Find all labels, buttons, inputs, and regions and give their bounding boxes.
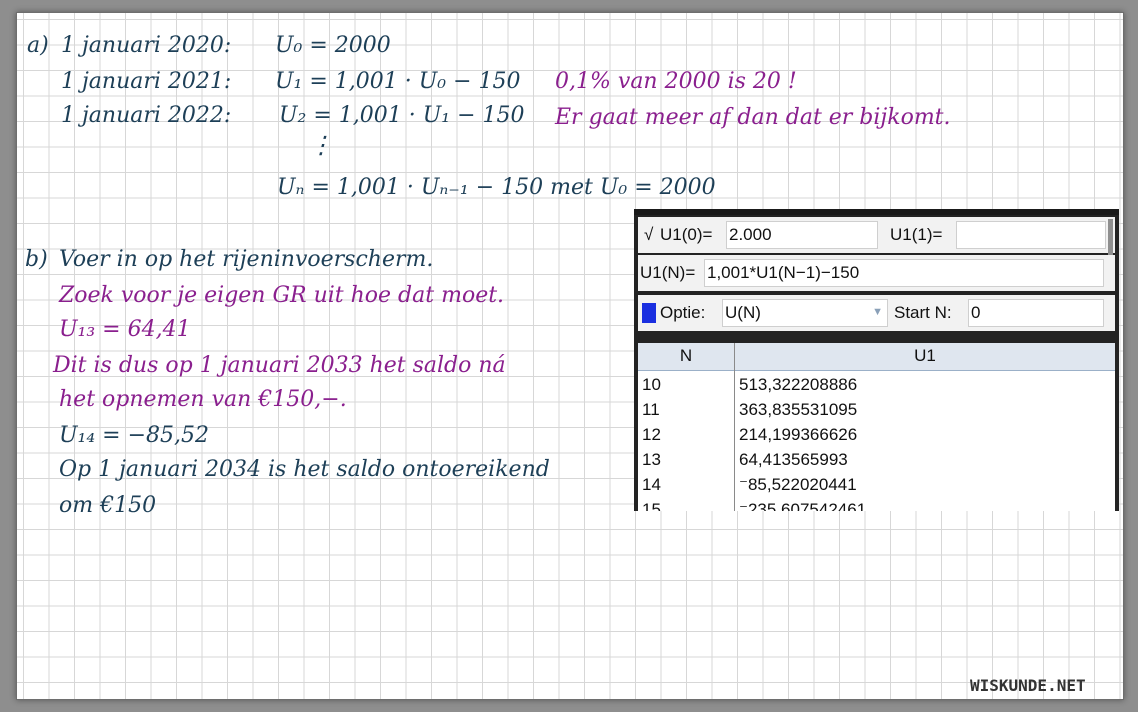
sequence-table: N U1 10 513,322208886 11 363,835531095 12 214…	[638, 343, 1115, 511]
b-line-4: Dit is dus op 1 januari 2033 het saldo n…	[53, 353, 506, 378]
b-line-7: Op 1 januari 2034 is het saldo ontoereik…	[59, 457, 550, 482]
cell-n[interactable]: 10	[642, 375, 661, 395]
cell-u1[interactable]: 513,322208886	[739, 375, 857, 395]
cell-n[interactable]: 12	[642, 425, 661, 445]
expr-u2: U₂ = 1,001 · U₁ − 150	[279, 103, 525, 128]
table-row[interactable]: 14 ⁻85,522020441	[638, 473, 1115, 498]
start-input[interactable]: 0	[968, 299, 1104, 327]
date-2021: 1 januari 2021:	[61, 69, 232, 94]
table-row[interactable]: 12 214,199366626	[638, 423, 1115, 448]
b-line-6: U₁₄ = −85,52	[59, 423, 210, 448]
cell-n[interactable]: 13	[642, 450, 661, 470]
table-row[interactable]: 13 64,413565993	[638, 448, 1115, 473]
cell-u1[interactable]: ⁻85,522020441	[739, 475, 857, 495]
general-formula: Uₙ = 1,001 · Uₙ₋₁ − 150 met U₀ = 2000	[277, 175, 716, 200]
u1-0-label: U1(0)=	[660, 225, 713, 244]
u1-1-label: U1(1)=	[890, 225, 943, 244]
table-row[interactable]: 11 363,835531095	[638, 398, 1115, 423]
check-icon[interactable]: √	[644, 225, 653, 245]
expr-u1: U₁ = 1,001 · U₀ − 150	[275, 69, 521, 94]
sequence-start-row: √ U1(0)= 2.000 U1(1)=	[638, 217, 1115, 279]
color-swatch[interactable]	[642, 303, 656, 323]
note-percent: 0,1% van 2000 is 20 !	[555, 69, 797, 94]
date-2020: 1 januari 2020:	[61, 33, 232, 58]
b-line-2: Zoek voor je eigen GR uit hoe dat moet.	[59, 283, 505, 308]
header-u1[interactable]: U1	[735, 346, 1115, 366]
vertical-dots: ⋮	[309, 131, 333, 159]
grid-paper: a) 1 januari 2020: U₀ = 2000 1 januari 2…	[16, 12, 1124, 700]
cell-u1[interactable]: 363,835531095	[739, 400, 857, 420]
calculator-topbar	[634, 209, 1119, 215]
cell-u1[interactable]: 64,413565993	[739, 450, 848, 470]
table-header: N U1	[638, 343, 1115, 371]
b-line-5: het opnemen van €150,−.	[59, 387, 347, 412]
date-2022: 1 januari 2022:	[61, 103, 232, 128]
cell-n[interactable]: 11	[642, 400, 660, 420]
chevron-down-icon: ▼	[872, 306, 883, 318]
b-line-8: om €150	[59, 493, 157, 518]
start-label: Start N:	[894, 303, 952, 322]
option-label: Optie:	[660, 303, 706, 322]
cell-n[interactable]: 14	[642, 475, 661, 495]
u1-0-input[interactable]: 2.000	[726, 221, 878, 249]
table-row[interactable]: 10 513,322208886	[638, 373, 1115, 398]
option-select[interactable]: U(N) ▼	[722, 299, 888, 327]
options-row: Optie: U(N) ▼ Start N: 0	[638, 295, 1115, 331]
part-a-label: a)	[27, 33, 49, 58]
b-line-1: Voer in op het rijeninvoerscherm.	[59, 247, 434, 272]
cell-u1[interactable]: 214,199366626	[739, 425, 857, 445]
header-n[interactable]: N	[638, 346, 734, 366]
site-logo: WISKUNDE.NET	[970, 676, 1086, 695]
u1-n-label: U1(N)=	[640, 263, 696, 282]
u1-n-input[interactable]: 1,001*U1(N−1)−150	[704, 259, 1104, 287]
b-line-3: U₁₃ = 64,41	[59, 317, 191, 342]
table-row[interactable]: 15 ⁻235,607542461	[638, 498, 1115, 511]
u1-1-input[interactable]	[956, 221, 1106, 249]
window-frame: a) 1 januari 2020: U₀ = 2000 1 januari 2…	[0, 0, 1138, 712]
note-decrease: Er gaat meer af dan dat er bijkomt.	[555, 105, 951, 130]
cell-u1[interactable]: ⁻235,607542461	[739, 500, 866, 511]
cell-n[interactable]: 15	[642, 500, 661, 511]
sequence-formula-row: U1(N)= 1,001*U1(N−1)−150	[638, 255, 1115, 291]
part-b-label: b)	[25, 247, 48, 272]
expr-u0: U₀ = 2000	[275, 33, 391, 58]
calculator-screen: √ U1(0)= 2.000 U1(1)= U1(N)= 1,001*U1(N−…	[634, 209, 1119, 511]
